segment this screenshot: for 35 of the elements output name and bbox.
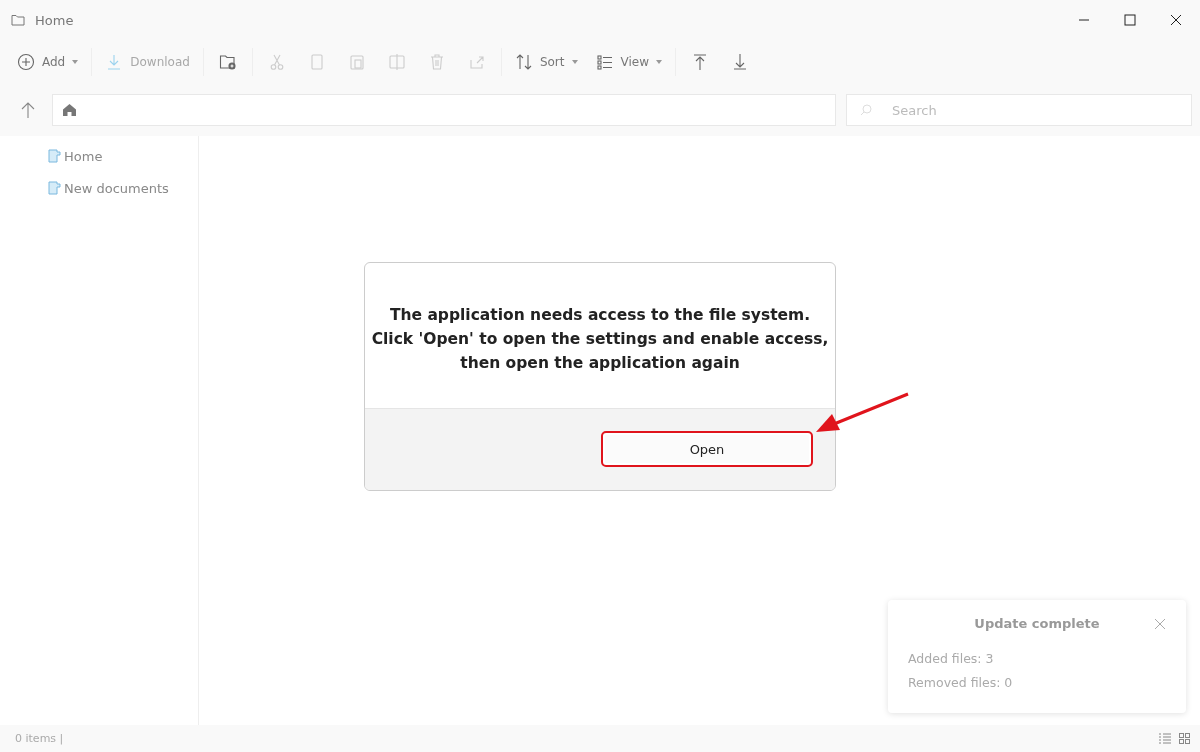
details-view-icon[interactable] <box>1159 733 1171 744</box>
toolbar-button[interactable]: Sort <box>507 49 585 75</box>
notification-text: Added files: 3 <box>908 651 995 666</box>
home-icon <box>63 104 76 116</box>
maximize-icon[interactable] <box>1124 14 1136 26</box>
sidebar-item[interactable]: Home <box>48 140 198 172</box>
document-icon <box>48 149 61 163</box>
document-icon <box>48 181 61 195</box>
share-icon <box>467 53 486 71</box>
sort-icon <box>514 53 533 71</box>
up-arrow-icon[interactable] <box>20 101 36 119</box>
add-icon <box>17 53 35 71</box>
status-text: 0 items | <box>15 732 64 745</box>
tiles-view-icon[interactable] <box>1179 733 1190 744</box>
dialog-message: The application needs access to the file system. Click 'Open' to open the settings and enable access, then open the application again <box>370 305 830 374</box>
new-folder-icon <box>218 53 237 71</box>
toolbar-button[interactable]: Add <box>10 49 86 75</box>
rename-icon <box>387 53 406 71</box>
folder-icon <box>11 14 25 26</box>
toolbar-button[interactable]: View <box>588 49 669 75</box>
address-bar[interactable] <box>52 94 836 126</box>
caret-icon <box>571 60 578 64</box>
open-button[interactable]: Open <box>601 431 813 467</box>
list-view-icon <box>595 53 614 71</box>
window-title: Home <box>35 12 74 28</box>
caret-icon <box>72 60 79 64</box>
close-icon[interactable] <box>1170 14 1182 26</box>
caret-icon <box>656 60 662 64</box>
notification-text: Removed files: 0 <box>908 675 1014 690</box>
notification-title: Update complete <box>974 616 1100 631</box>
upload-icon <box>691 53 709 71</box>
sidebar-item[interactable]: New documents <box>48 172 198 204</box>
search-field[interactable]: Search <box>846 94 1192 126</box>
download-icon <box>731 53 749 71</box>
paste-icon <box>347 53 366 71</box>
